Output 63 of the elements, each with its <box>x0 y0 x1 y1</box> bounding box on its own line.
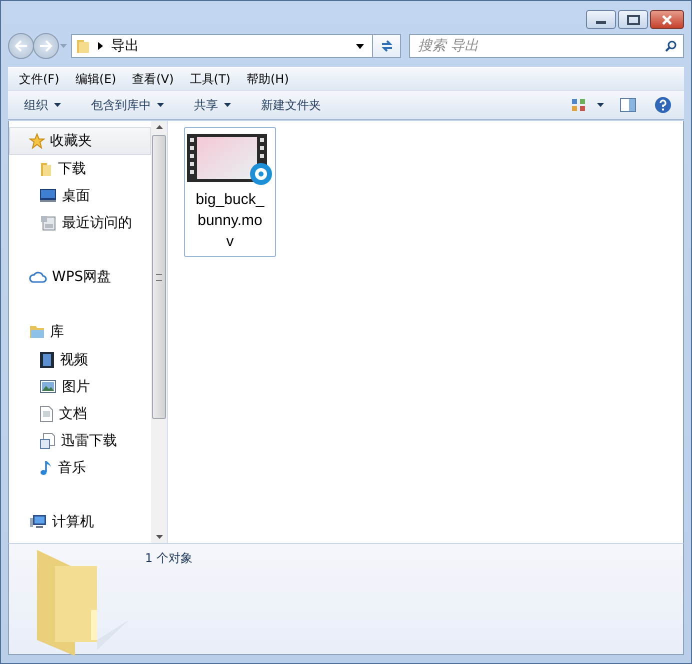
back-button[interactable] <box>8 33 34 59</box>
music-note-icon <box>40 460 52 476</box>
breadcrumb-arrow-icon[interactable] <box>98 42 103 50</box>
sidebar-item[interactable]: 图片 <box>9 373 151 400</box>
menu-item[interactable]: 编辑(E) <box>75 70 116 88</box>
search-icon <box>665 40 677 52</box>
document-icon <box>40 406 53 422</box>
toolbar-button[interactable]: 新建文件夹 <box>257 94 325 116</box>
cloud-icon <box>29 270 47 284</box>
folder-icon <box>76 38 90 54</box>
item-count: 1 个对象 <box>145 550 192 567</box>
sidebar-item[interactable]: 文档 <box>9 400 151 427</box>
refresh-icon <box>380 39 394 53</box>
sidebar-group[interactable]: 收藏夹 <box>9 127 151 155</box>
maximize-button[interactable] <box>618 10 648 29</box>
toolbar-button[interactable]: 包含到库中 <box>87 94 168 116</box>
scrollbar[interactable] <box>151 121 167 543</box>
file-item[interactable]: big_buck_bunny.mov <box>184 127 276 257</box>
address-path[interactable]: 导出 <box>111 37 139 55</box>
menu-item[interactable]: 工具(T) <box>190 70 230 88</box>
sidebar-item[interactable]: 视频 <box>9 346 151 373</box>
menu-item[interactable]: 查看(V) <box>132 70 174 88</box>
search-input[interactable]: 搜索 导出 <box>416 37 665 55</box>
library-document-icon <box>40 432 55 448</box>
search-field[interactable]: 搜索 导出 <box>409 34 684 58</box>
scroll-up-icon[interactable] <box>156 125 162 129</box>
sidebar-item[interactable]: 最近访问的 <box>9 209 151 236</box>
sidebar-group[interactable]: WPS网盘 <box>9 263 151 291</box>
refresh-button[interactable] <box>372 35 400 57</box>
sidebar-item[interactable]: 音乐 <box>9 454 151 481</box>
toolbar-button[interactable]: 共享 <box>190 94 235 116</box>
toolbar-button[interactable]: 组织 <box>20 94 65 116</box>
picture-icon <box>40 380 56 393</box>
film-icon <box>40 352 54 368</box>
desktop-icon <box>40 189 56 202</box>
sidebar-group[interactable]: 计算机 <box>9 508 151 536</box>
sidebar-item[interactable]: 桌面 <box>9 182 151 209</box>
dropdown-caret-icon <box>224 103 231 107</box>
video-thumbnail-icon <box>187 132 273 186</box>
back-arrow-icon <box>14 40 28 52</box>
dropdown-caret-icon <box>157 103 164 107</box>
sidebar-group[interactable]: 库 <box>9 318 151 346</box>
forward-arrow-icon <box>39 40 53 52</box>
computer-icon <box>29 514 47 530</box>
library-folder-icon <box>29 325 45 339</box>
scroll-down-icon[interactable] <box>156 535 162 539</box>
forward-button[interactable] <box>33 33 59 59</box>
preview-pane-button[interactable] <box>618 96 638 114</box>
close-button[interactable] <box>650 10 684 29</box>
menu-item[interactable]: 文件(F) <box>19 70 60 88</box>
help-button[interactable] <box>652 94 674 116</box>
dropdown-caret-icon <box>54 103 61 107</box>
sidebar-item[interactable]: 迅雷下载 <box>9 427 151 454</box>
address-dropdown-icon[interactable] <box>356 44 364 48</box>
close-icon <box>661 14 673 24</box>
folder-icon <box>40 160 52 176</box>
dropdown-caret-icon[interactable] <box>597 103 604 107</box>
recent-places-icon <box>40 214 56 230</box>
minimize-button[interactable] <box>586 10 616 29</box>
sidebar-item[interactable]: 下载 <box>9 155 151 182</box>
star-icon <box>29 133 45 149</box>
address-bar[interactable]: 导出 <box>71 34 401 58</box>
menu-item[interactable]: 帮助(H) <box>246 70 289 88</box>
